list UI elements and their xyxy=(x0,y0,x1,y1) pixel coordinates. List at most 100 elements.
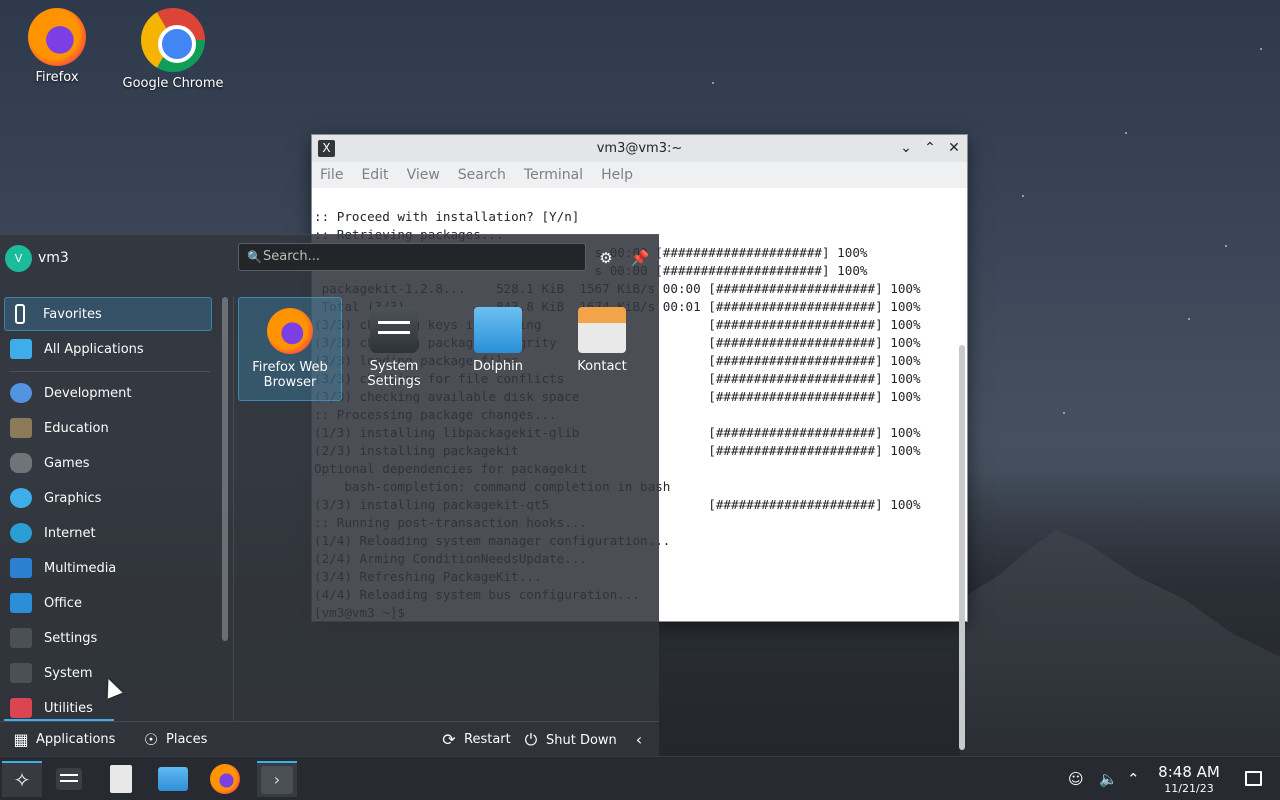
category-divider xyxy=(10,371,210,372)
minimize-button[interactable]: ⌄ xyxy=(899,139,913,157)
graphics-icon xyxy=(10,488,32,508)
power-icon: ⏻ xyxy=(524,730,538,749)
volume-muted-icon[interactable]: 🔈 xyxy=(1099,757,1118,800)
menu-file[interactable]: File xyxy=(320,167,343,183)
category-favorites[interactable]: Favorites xyxy=(4,297,212,331)
search-icon: 🔍 xyxy=(247,250,262,264)
category-label: Settings xyxy=(44,630,98,646)
category-graphics[interactable]: Graphics xyxy=(4,481,212,515)
desktop-icon-firefox[interactable]: Firefox xyxy=(2,8,112,85)
application-launcher-button[interactable]: ✧ xyxy=(2,761,42,797)
category-multimedia[interactable]: Multimedia xyxy=(4,551,212,585)
taskbar-system-settings[interactable] xyxy=(49,761,89,797)
compass-icon: ☉ xyxy=(143,730,159,749)
tab-places[interactable]: ☉ Places xyxy=(142,730,208,749)
leave-menu-button[interactable]: ‹ xyxy=(630,730,648,749)
system-icon xyxy=(10,663,32,683)
konsole-app-icon[interactable]: X xyxy=(318,140,335,157)
kde-logo-icon: ✧ xyxy=(13,768,31,792)
menu-terminal[interactable]: Terminal xyxy=(524,167,583,183)
chrome-icon xyxy=(141,8,205,72)
category-label: Multimedia xyxy=(44,560,117,576)
user-switch-icon[interactable]: ☺ xyxy=(1068,757,1084,800)
kontact-icon xyxy=(578,307,626,353)
shutdown-button[interactable]: ⏻ Shut Down xyxy=(522,730,617,750)
favorite-label: Firefox Web xyxy=(252,360,328,375)
utilities-icon xyxy=(10,698,32,718)
taskbar-dolphin[interactable] xyxy=(153,761,193,797)
tray-expand-icon[interactable]: ⌃ xyxy=(1127,757,1140,800)
taskbar-document[interactable] xyxy=(101,761,141,797)
show-desktop-button[interactable] xyxy=(1245,771,1262,786)
desktop-icon-chrome[interactable]: Google Chrome xyxy=(118,8,228,91)
desktop-icon-label: Google Chrome xyxy=(122,76,224,91)
grid-icon xyxy=(10,339,32,359)
category-label: All Applications xyxy=(44,341,144,357)
close-button[interactable]: ✕ xyxy=(947,139,961,157)
category-scrollbar[interactable] xyxy=(222,297,228,641)
firefox-icon xyxy=(28,8,86,66)
category-settings[interactable]: Settings xyxy=(4,621,212,655)
maximize-button[interactable]: ⌃ xyxy=(923,139,937,157)
firefox-icon xyxy=(267,308,313,354)
restart-button[interactable]: ⟳ Restart xyxy=(440,730,511,749)
system-settings-icon xyxy=(370,307,418,353)
shutdown-label: Shut Down xyxy=(546,732,617,748)
clock-date: 11/21/23 xyxy=(1164,782,1214,795)
dolphin-icon xyxy=(474,307,522,353)
configure-icon[interactable]: ⚙ xyxy=(596,248,616,268)
category-development[interactable]: Development xyxy=(4,376,212,410)
favorite-label: Settings xyxy=(367,374,421,389)
restart-label: Restart xyxy=(464,732,511,747)
menu-edit[interactable]: Edit xyxy=(361,167,388,183)
chevron-left-icon: ‹ xyxy=(635,730,643,749)
user-name: vm3 xyxy=(38,250,69,266)
menu-help[interactable]: Help xyxy=(601,167,633,183)
pin-icon[interactable]: 📌 xyxy=(630,248,650,268)
category-all-applications[interactable]: All Applications xyxy=(4,332,212,366)
taskbar-firefox[interactable] xyxy=(205,761,245,797)
favorite-label: Dolphin xyxy=(473,359,523,374)
favorite-label: Kontact xyxy=(577,359,627,374)
terminal-scrollbar[interactable] xyxy=(959,345,965,750)
favorite-dolphin[interactable]: Dolphin xyxy=(446,297,550,401)
avatar[interactable]: V xyxy=(5,245,32,272)
panel-divider xyxy=(233,297,234,721)
category-games[interactable]: Games xyxy=(4,446,212,480)
digital-clock[interactable]: 8:48 AM 11/21/23 xyxy=(1150,763,1228,795)
category-internet[interactable]: Internet xyxy=(4,516,212,550)
firefox-icon xyxy=(210,764,240,794)
menu-search[interactable]: Search xyxy=(458,167,506,183)
category-office[interactable]: Office xyxy=(4,586,212,620)
favorite-label: Browser xyxy=(263,375,317,390)
applications-grid-icon: ▦ xyxy=(13,730,29,749)
category-label: Office xyxy=(44,595,82,611)
tab-applications[interactable]: ▦ Applications xyxy=(12,730,115,749)
favorite-kontact[interactable]: Kontact xyxy=(550,297,654,401)
category-label: Utilities xyxy=(44,700,93,716)
application-launcher: V vm3 🔍 Search... ⚙ 📌 Favorites All Appl… xyxy=(0,234,659,756)
search-input[interactable]: 🔍 Search... xyxy=(238,243,586,271)
bookmark-icon xyxy=(15,304,25,324)
desktop-icon-label: Firefox xyxy=(35,70,79,85)
multimedia-icon xyxy=(10,558,32,578)
taskbar-konsole[interactable]: › xyxy=(257,761,297,797)
category-label: Education xyxy=(44,420,109,436)
launcher-header: V vm3 🔍 Search... ⚙ 📌 xyxy=(0,235,659,283)
category-label: System xyxy=(44,665,93,681)
favorite-firefox[interactable]: Firefox Web Browser xyxy=(238,297,342,401)
category-education[interactable]: Education xyxy=(4,411,212,445)
restart-icon: ⟳ xyxy=(442,730,456,749)
category-label: Favorites xyxy=(43,306,102,322)
category-label: Internet xyxy=(44,525,96,541)
menu-view[interactable]: View xyxy=(407,167,440,183)
category-label: Development xyxy=(44,385,132,401)
search-placeholder: Search... xyxy=(263,249,321,264)
document-icon xyxy=(110,765,132,793)
window-titlebar[interactable]: X vm3@vm3:~ ⌄ ⌃ ✕ xyxy=(312,135,967,162)
terminal-icon: › xyxy=(261,766,293,794)
education-icon xyxy=(10,418,32,438)
menubar: File Edit View Search Terminal Help xyxy=(312,162,967,188)
tab-label: Applications xyxy=(36,732,116,747)
favorite-system-settings[interactable]: System Settings xyxy=(342,297,446,401)
